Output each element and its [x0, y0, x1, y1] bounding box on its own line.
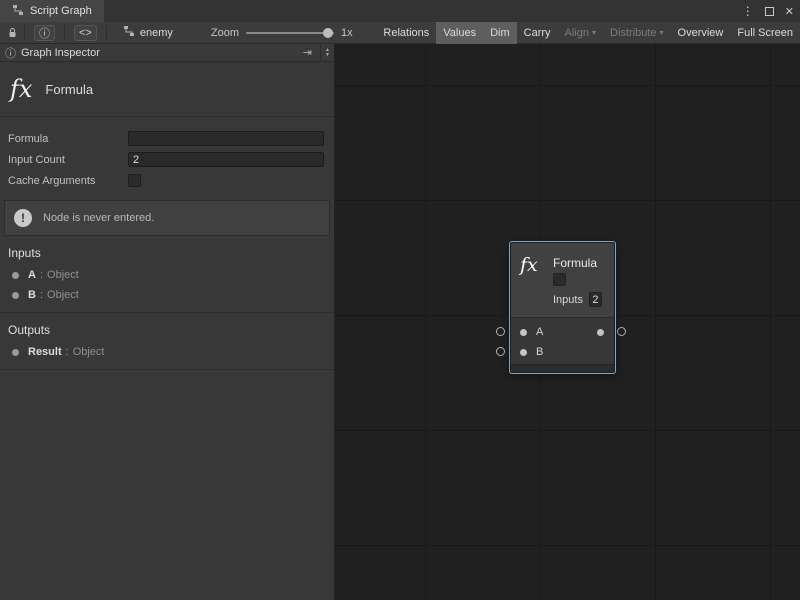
port-dot-icon	[12, 349, 19, 356]
connection-pin[interactable]	[617, 327, 626, 336]
chevron-down-icon: ▾	[660, 28, 664, 37]
graph-toolbar: ⓘ <> enemy Zoom 1x Relations Values Dim …	[0, 22, 800, 44]
input-count-input[interactable]	[128, 152, 324, 167]
graph-canvas[interactable]: fx Formula Inputs 2 A B	[335, 44, 800, 600]
lock-icon[interactable]	[7, 27, 18, 39]
port-dot-icon	[12, 272, 19, 279]
align-label: Align	[565, 27, 589, 39]
relations-button[interactable]: Relations	[376, 22, 436, 44]
inspector-header: ⓘ Graph Inspector ⇥ ▲ ▼	[0, 44, 334, 62]
warning-icon: !	[14, 209, 32, 227]
toolbar-separator	[64, 25, 65, 41]
node-inputs-value[interactable]: 2	[589, 292, 602, 307]
chevron-down-icon: ▾	[592, 28, 596, 37]
inputs-section-title: Inputs	[0, 236, 334, 265]
spin-down-icon[interactable]: ▼	[325, 53, 330, 58]
distribute-label: Distribute	[610, 27, 656, 39]
output-port-result: Result : Object	[0, 342, 334, 362]
input-port-a: A : Object	[0, 265, 334, 285]
formula-label: Formula	[8, 133, 128, 145]
unit-title: Formula	[45, 82, 93, 97]
unity-window: Script Graph ⋮ ✕ ⓘ <> enemy Zoom 1x Rela…	[0, 0, 800, 600]
port-name: A	[28, 269, 36, 281]
connection-pin[interactable]	[496, 327, 505, 336]
toolbar-separator	[24, 25, 25, 41]
zoom-slider[interactable]	[246, 32, 334, 34]
fullscreen-button[interactable]: Full Screen	[730, 22, 800, 44]
node-formula-input[interactable]	[553, 273, 566, 286]
dock-icon[interactable]: ⇥	[303, 46, 312, 59]
graph-name: enemy	[140, 27, 173, 39]
input-port-dot[interactable]	[520, 349, 527, 356]
node-ports: A B	[511, 317, 614, 364]
port-separator: :	[40, 269, 43, 281]
output-port-dot[interactable]	[597, 329, 604, 336]
panel-scroll-spinner[interactable]: ▲ ▼	[320, 44, 334, 62]
zoom-slider-knob[interactable]	[323, 28, 333, 38]
cache-arguments-checkbox[interactable]	[128, 174, 141, 187]
script-graph-icon	[12, 4, 24, 19]
port-type: Object	[73, 346, 105, 358]
code-view-button[interactable]: <>	[74, 25, 97, 41]
node-inputs-row: Inputs 2	[553, 292, 602, 307]
connection-pin[interactable]	[496, 347, 505, 356]
divider	[0, 369, 334, 370]
toolbar-button-group: Relations Values Dim Carry Align ▾ Distr…	[376, 22, 800, 44]
inspector-title: Graph Inspector	[21, 47, 303, 59]
window-controls: ⋮ ✕	[742, 0, 794, 22]
node-port-label: A	[536, 326, 543, 338]
graph-inspector-panel: ⓘ Graph Inspector ⇥ ▲ ▼ fx Formula Formu…	[0, 44, 335, 600]
cache-arguments-row: Cache Arguments	[0, 170, 334, 191]
inspector-form: Formula Input Count Cache Arguments	[0, 117, 334, 191]
port-type: Object	[47, 269, 79, 281]
tab-script-graph[interactable]: Script Graph	[0, 0, 104, 22]
warning-box: ! Node is never entered.	[4, 200, 330, 236]
outputs-section-title: Outputs	[0, 313, 334, 342]
graph-asset-icon	[123, 25, 135, 40]
maximize-icon[interactable]	[765, 7, 774, 16]
node-port-b: B	[511, 342, 614, 362]
port-name: B	[28, 289, 36, 301]
kebab-menu-icon[interactable]: ⋮	[742, 4, 754, 18]
carry-button[interactable]: Carry	[517, 22, 558, 44]
formula-field-row: Formula	[0, 128, 334, 149]
node-header: fx Formula Inputs 2	[511, 243, 614, 317]
zoom-value: 1x	[341, 27, 353, 39]
values-button[interactable]: Values	[436, 22, 483, 44]
input-port-b: B : Object	[0, 285, 334, 305]
input-count-label: Input Count	[8, 154, 128, 166]
node-inputs-label: Inputs	[553, 294, 583, 306]
formula-input[interactable]	[128, 131, 324, 146]
input-port-dot[interactable]	[520, 329, 527, 336]
dim-button[interactable]: Dim	[483, 22, 517, 44]
node-title: Formula	[553, 256, 597, 270]
distribute-dropdown[interactable]: Distribute ▾	[603, 22, 670, 44]
overview-button[interactable]: Overview	[671, 22, 731, 44]
port-type: Object	[47, 289, 79, 301]
input-count-field-row: Input Count	[0, 149, 334, 170]
info-toggle-button[interactable]: ⓘ	[34, 25, 55, 41]
port-dot-icon	[12, 292, 19, 299]
zoom-label: Zoom	[211, 27, 239, 39]
cache-arguments-label: Cache Arguments	[8, 175, 128, 187]
node-footer	[511, 364, 614, 372]
warning-text: Node is never entered.	[43, 212, 154, 224]
unit-header: fx Formula	[0, 62, 334, 116]
align-dropdown[interactable]: Align ▾	[558, 22, 603, 44]
formula-node[interactable]: fx Formula Inputs 2 A B	[510, 242, 615, 373]
info-icon: ⓘ	[5, 45, 16, 61]
graph-breadcrumb[interactable]: enemy	[123, 25, 173, 40]
port-separator: :	[40, 289, 43, 301]
node-port-label: B	[536, 346, 543, 358]
port-separator: :	[66, 346, 69, 358]
port-name: Result	[28, 346, 62, 358]
tab-bar: Script Graph ⋮ ✕	[0, 0, 800, 22]
fx-icon: fx	[520, 254, 538, 276]
tab-title: Script Graph	[30, 5, 92, 17]
close-icon[interactable]: ✕	[785, 5, 794, 18]
fx-icon: fx	[10, 75, 32, 103]
toolbar-separator	[106, 25, 107, 41]
